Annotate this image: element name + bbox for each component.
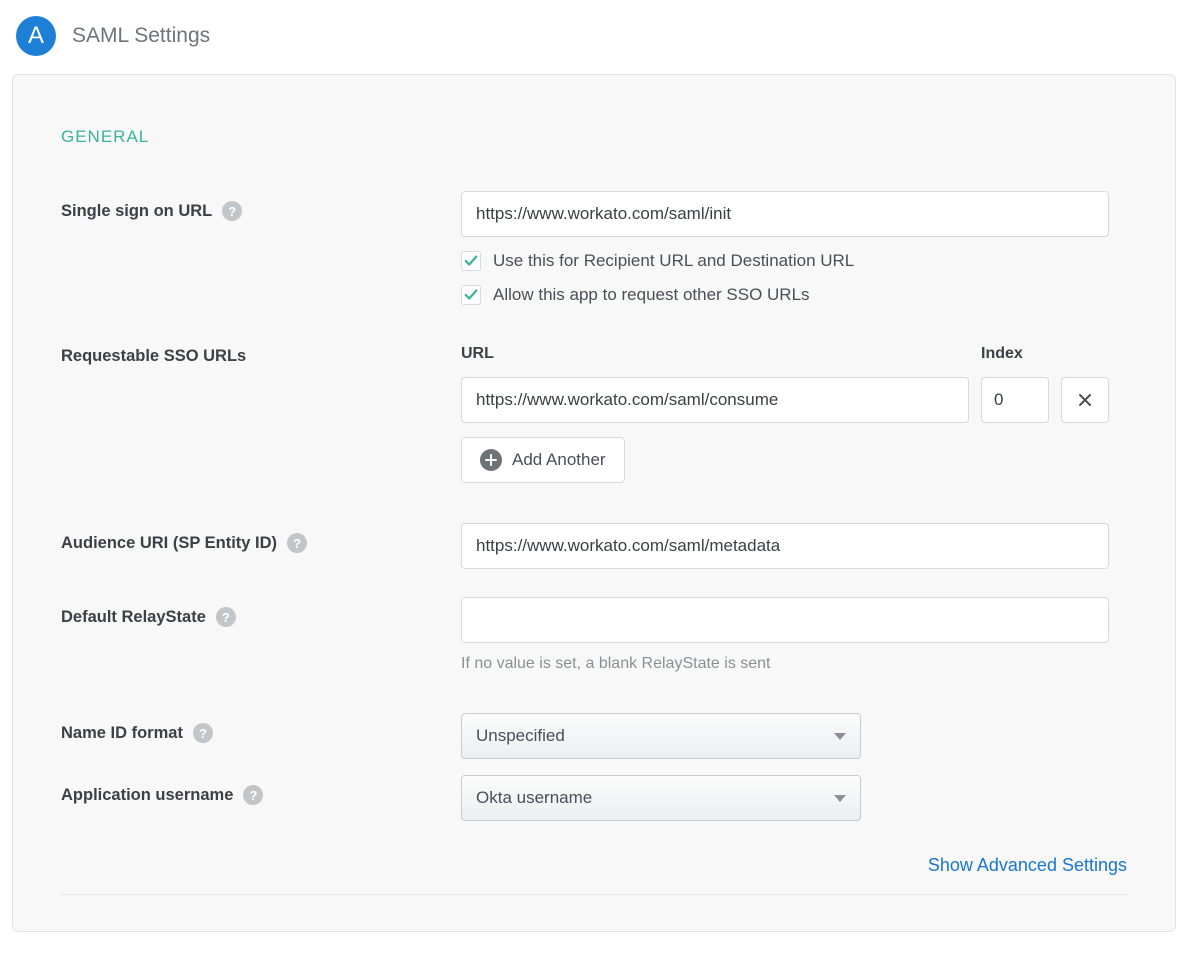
row-name-id-format: Name ID format ? Unspecified	[61, 713, 1127, 759]
ctrl-sso-url: Use this for Recipient URL and Destinati…	[461, 191, 1127, 305]
label-relay-state: Default RelayState ?	[61, 597, 461, 627]
label-relay-state-text: Default RelayState	[61, 608, 206, 627]
label-name-id-format: Name ID format ?	[61, 713, 461, 743]
sso-url-input[interactable]	[461, 191, 1109, 237]
help-icon[interactable]: ?	[243, 785, 263, 805]
page-header: A SAML Settings	[12, 16, 1176, 74]
ctrl-audience-uri	[461, 523, 1127, 569]
label-audience-uri-text: Audience URI (SP Entity ID)	[61, 534, 277, 553]
col-header-index: Index	[981, 345, 1049, 363]
app-badge-letter: A	[28, 22, 44, 50]
chevron-down-icon	[834, 795, 846, 802]
help-icon[interactable]: ?	[287, 533, 307, 553]
help-icon[interactable]: ?	[193, 723, 213, 743]
recipient-checkbox-label: Use this for Recipient URL and Destinati…	[493, 251, 854, 271]
ctrl-relay-state: If no value is set, a blank RelayState i…	[461, 597, 1127, 673]
label-requestable-text: Requestable SSO URLs	[61, 347, 246, 366]
section-separator	[61, 894, 1127, 895]
plus-circle-icon	[480, 449, 502, 471]
relay-state-input[interactable]	[461, 597, 1109, 643]
allow-other-checkbox-label: Allow this app to request other SSO URLs	[493, 285, 810, 305]
allow-other-checkbox[interactable]	[461, 285, 481, 305]
close-icon	[1078, 393, 1092, 407]
label-requestable: Requestable SSO URLs	[61, 345, 461, 366]
label-app-username-text: Application username	[61, 786, 233, 805]
row-app-username: Application username ? Okta username	[61, 775, 1127, 821]
add-another-button[interactable]: Add Another	[461, 437, 625, 483]
label-app-username: Application username ?	[61, 775, 461, 805]
app-username-select[interactable]: Okta username	[461, 775, 861, 821]
page-title: SAML Settings	[72, 24, 210, 48]
advanced-link-row: Show Advanced Settings	[61, 855, 1127, 876]
name-id-format-select[interactable]: Unspecified	[461, 713, 861, 759]
app-username-value: Okta username	[476, 788, 592, 808]
row-relay-state: Default RelayState ? If no value is set,…	[61, 597, 1127, 673]
ctrl-app-username: Okta username	[461, 775, 1127, 821]
row-sso-url: Single sign on URL ? Use this for Recipi…	[61, 191, 1127, 305]
requestable-url-input[interactable]	[461, 377, 969, 423]
settings-panel: GENERAL Single sign on URL ? Use this fo…	[12, 74, 1176, 932]
add-another-label: Add Another	[512, 450, 606, 470]
cb-row-allow-other: Allow this app to request other SSO URLs	[461, 285, 1127, 305]
chevron-down-icon	[834, 733, 846, 740]
show-advanced-link[interactable]: Show Advanced Settings	[928, 855, 1127, 876]
ctrl-name-id-format: Unspecified	[461, 713, 1127, 759]
help-icon[interactable]: ?	[222, 201, 242, 221]
ctrl-requestable: URL Index Add Another	[461, 345, 1127, 483]
label-sso-url: Single sign on URL ?	[61, 191, 461, 221]
label-sso-url-text: Single sign on URL	[61, 202, 212, 221]
app-badge: A	[16, 16, 56, 56]
row-requestable: Requestable SSO URLs URL Index	[61, 345, 1127, 483]
audience-uri-input[interactable]	[461, 523, 1109, 569]
general-section-title: GENERAL	[61, 127, 1127, 147]
label-audience-uri: Audience URI (SP Entity ID) ?	[61, 523, 461, 553]
label-name-id-text: Name ID format	[61, 724, 183, 743]
row-audience-uri: Audience URI (SP Entity ID) ?	[61, 523, 1127, 569]
recipient-checkbox[interactable]	[461, 251, 481, 271]
help-icon[interactable]: ?	[216, 607, 236, 627]
col-header-url: URL	[461, 345, 969, 363]
name-id-format-value: Unspecified	[476, 726, 565, 746]
requestable-head: URL Index	[461, 345, 1109, 363]
cb-row-recipient: Use this for Recipient URL and Destinati…	[461, 251, 1127, 271]
remove-row-button[interactable]	[1061, 377, 1109, 423]
requestable-index-input[interactable]	[981, 377, 1049, 423]
relay-state-hint: If no value is set, a blank RelayState i…	[461, 655, 1127, 673]
requestable-row	[461, 377, 1109, 423]
